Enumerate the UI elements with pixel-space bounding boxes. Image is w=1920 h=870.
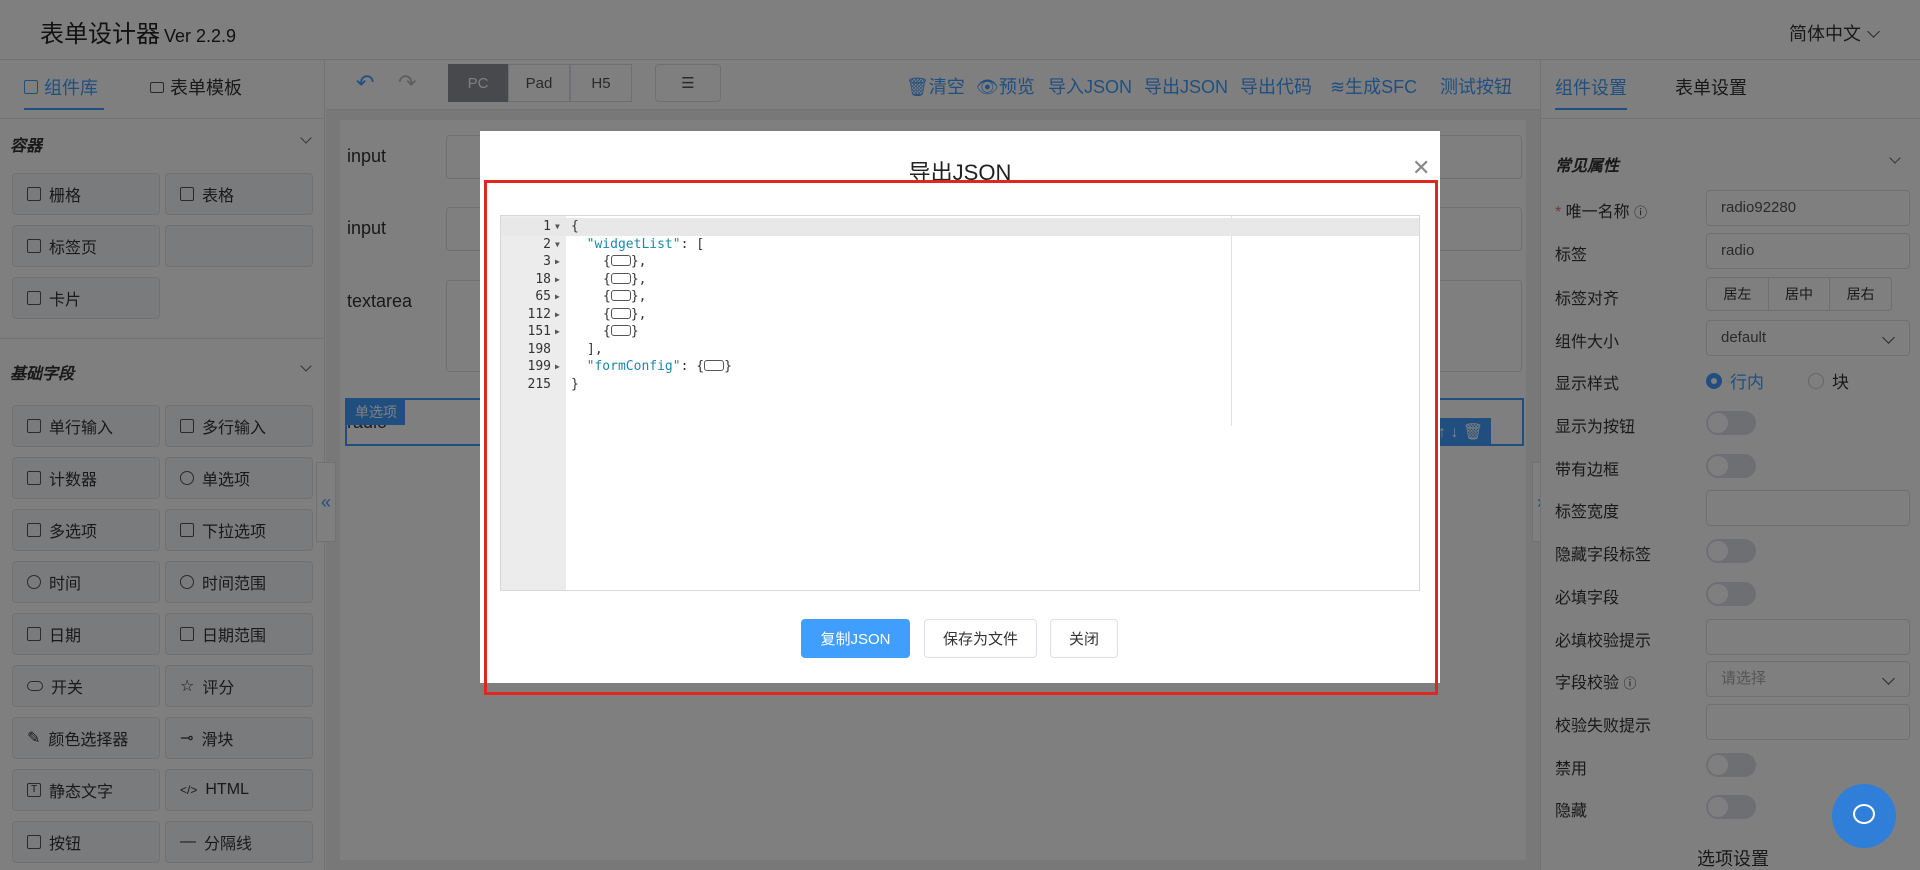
chat-icon bbox=[1853, 804, 1875, 824]
copy-json-button[interactable]: 复制JSON bbox=[801, 619, 910, 658]
chat-fab-button[interactable] bbox=[1832, 784, 1896, 848]
line-number: 198 bbox=[527, 341, 551, 357]
line-number: 3 bbox=[543, 254, 551, 269]
collapsed-object-icon[interactable] bbox=[610, 272, 631, 284]
line-number: 18 bbox=[535, 271, 551, 287]
save-file-button[interactable]: 保存为文件 bbox=[924, 619, 1037, 658]
fold-closed-icon[interactable]: ▶ bbox=[555, 358, 560, 376]
fold-open-icon[interactable]: ▼ bbox=[555, 218, 560, 236]
code-line: 1 ▼{ bbox=[501, 218, 1419, 236]
json-key: "widgetList" bbox=[586, 236, 681, 252]
fold-open-icon[interactable]: ▼ bbox=[555, 236, 560, 254]
code-line: 3 ▶{}, bbox=[501, 253, 1419, 271]
fold-closed-icon[interactable]: ▶ bbox=[555, 288, 560, 306]
code-line: 112 ▶{}, bbox=[501, 306, 1419, 324]
collapsed-object-icon[interactable] bbox=[610, 307, 631, 319]
json-code-editor[interactable]: 1 ▼{2 ▼ "widgetList": [3 ▶{}, 18 ▶{}, 65 ▶{}, 11… bbox=[500, 215, 1420, 591]
line-number: 2 bbox=[543, 236, 551, 252]
collapsed-object-icon[interactable] bbox=[610, 290, 631, 301]
close-icon[interactable]: ✕ bbox=[1412, 155, 1430, 181]
collapsed-object-icon[interactable] bbox=[610, 325, 631, 336]
line-number: 112 bbox=[527, 306, 551, 322]
code-line: 18 ▶{}, bbox=[501, 271, 1419, 289]
line-number: 65 bbox=[535, 289, 551, 304]
fold-closed-icon[interactable]: ▶ bbox=[555, 323, 560, 341]
code-line: 199 ▶ "formConfig": {} bbox=[501, 358, 1419, 376]
collapsed-object-icon[interactable] bbox=[610, 255, 631, 266]
fold-closed-icon[interactable]: ▶ bbox=[555, 271, 560, 289]
code-line: 151 ▶{} bbox=[501, 323, 1419, 341]
close-button[interactable]: 关闭 bbox=[1050, 619, 1118, 658]
code-line: 2 ▼ "widgetList": [ bbox=[501, 236, 1419, 254]
fold-closed-icon[interactable]: ▶ bbox=[555, 306, 560, 324]
line-number: 151 bbox=[527, 324, 551, 339]
line-number: 1 bbox=[543, 219, 551, 234]
fold-closed-icon[interactable]: ▶ bbox=[555, 253, 560, 271]
json-key: "formConfig" bbox=[586, 359, 681, 374]
collapsed-object-icon[interactable] bbox=[704, 360, 725, 371]
code-line: 198], bbox=[501, 341, 1419, 359]
code-line: 65 ▶{}, bbox=[501, 288, 1419, 306]
line-number: 215 bbox=[527, 376, 551, 392]
line-number: 199 bbox=[527, 359, 551, 374]
code-line: 215} bbox=[501, 376, 1419, 394]
